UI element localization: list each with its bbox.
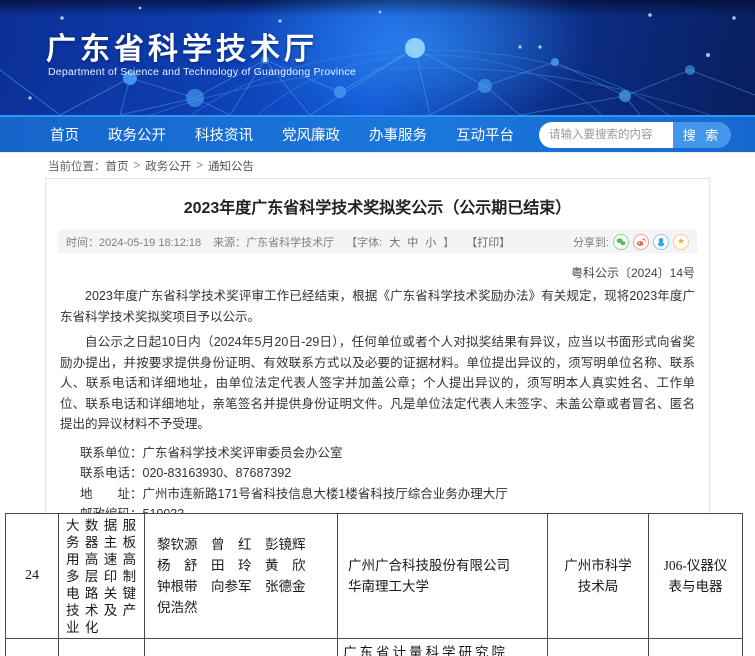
site-subtitle: Department of Science and Technology of …	[48, 66, 356, 78]
meta-left: 时间：2024-05-19 18:12:18 来源：广东省科学技术厅 【字体: …	[66, 234, 510, 250]
row-number-cell: 24	[6, 514, 59, 639]
breadcrumb-home[interactable]: 首页	[106, 158, 129, 174]
nav-item-gov-info[interactable]: 政务公开	[108, 124, 166, 145]
field-code-cell: J06-仪器仪 表与电器	[649, 514, 743, 639]
breadcrumb-separator: >	[134, 160, 141, 172]
breadcrumb-separator: >	[196, 160, 203, 172]
font-size-prefix: 【字体:	[346, 234, 382, 250]
awardees-cell: 黎钦源 曾 红 彭镜辉 杨 舒 田 玲 黄 欣 钟根带 向参军 张德金 倪浩然	[145, 514, 338, 639]
nav-item-party-conduct[interactable]: 党风廉政	[282, 124, 340, 145]
nav-item-interaction[interactable]: 互动平台	[456, 124, 514, 145]
article-meta-bar: 时间：2024-05-19 18:12:18 来源：广东省科学技术厅 【字体: …	[58, 230, 697, 253]
breadcrumb-label: 当前位置：	[48, 158, 106, 174]
article-paragraph: 2023年度广东省科学技术奖评审工作已经结束，根据《广东省科学技术奖励办法》有关…	[60, 286, 695, 327]
search-button[interactable]: 搜 索	[673, 122, 731, 148]
publish-time: 时间：2024-05-19 18:12:18	[66, 234, 201, 250]
row-number-cell	[6, 639, 59, 656]
table-row: 24 大 数 据 服 务 器 主 板 用 高 速 高 多 层 印 制 电 路 关…	[6, 514, 743, 639]
page: 广东省科学技术厅 Department of Science and Techn…	[0, 0, 755, 656]
organizations-cell: 广东省计量科学研究院	[338, 639, 548, 656]
organizations-cell: 广州广合科技股份有限公司 华南理工大学	[338, 514, 548, 639]
site-title: 广东省科学技术厅	[46, 24, 318, 68]
font-size-small-button[interactable]: 小	[425, 234, 436, 250]
project-name-cell: 大 数 据 服 务 器 主 板 用 高 速 高 多 层 印 制 电 路 关 键 …	[59, 514, 145, 639]
nav-items: 首页 政务公开 科技资讯 党风廉政 办事服务 互动平台	[0, 124, 514, 145]
favorite-share-icon[interactable]: ★	[673, 234, 689, 250]
site-header: 广东省科学技术厅 Department of Science and Techn…	[0, 0, 755, 115]
awardees-cell	[145, 639, 338, 656]
qq-share-icon[interactable]	[653, 234, 669, 250]
print-button[interactable]: 【打印】	[466, 234, 510, 250]
nav-item-sci-news[interactable]: 科技资讯	[195, 124, 253, 145]
search-bar: 搜 索	[539, 122, 731, 148]
breadcrumb-notices[interactable]: 通知公告	[208, 158, 254, 174]
table-row-partial: 广东省计量科学研究院	[6, 639, 743, 656]
search-input[interactable]	[539, 122, 673, 148]
nominator-cell	[548, 639, 649, 656]
article-paragraph: 自公示之日起10日内（2024年5月20日-29日），任何单位或者个人对拟奖结果…	[60, 332, 695, 435]
field-code-cell	[649, 639, 743, 656]
weibo-share-icon[interactable]	[633, 234, 649, 250]
main-nav: 首页 政务公开 科技资讯 党风廉政 办事服务 互动平台 搜 索	[0, 115, 755, 152]
font-size-suffix: 】	[443, 234, 454, 250]
nav-item-services[interactable]: 办事服务	[369, 124, 427, 145]
font-size-medium-button[interactable]: 中	[407, 234, 418, 250]
share-label: 分享到:	[573, 234, 609, 250]
article-title: 2023年度广东省科学技术奖拟奖公示（公示期已结束）	[56, 194, 699, 218]
award-table: 24 大 数 据 服 务 器 主 板 用 高 速 高 多 层 印 制 电 路 关…	[5, 513, 743, 656]
nominator-cell: 广州市科学 技术局	[548, 514, 649, 639]
nav-item-home[interactable]: 首页	[50, 124, 79, 145]
breadcrumb-gov-info[interactable]: 政务公开	[145, 158, 191, 174]
font-size-control: 【字体: 大 中 小 】	[346, 234, 454, 250]
font-size-large-button[interactable]: 大	[389, 234, 400, 250]
partial-org-text: 广东省计量科学研究院	[339, 640, 546, 656]
share-bar: 分享到: ★	[573, 234, 689, 250]
breadcrumb: 当前位置： 首页 > 政务公开 > 通知公告	[0, 152, 755, 178]
project-name-cell	[59, 639, 145, 656]
document-number: 粤科公示〔2024〕14号	[60, 264, 695, 281]
wechat-share-icon[interactable]	[613, 234, 629, 250]
source: 来源：广东省科学技术厅	[213, 234, 334, 250]
